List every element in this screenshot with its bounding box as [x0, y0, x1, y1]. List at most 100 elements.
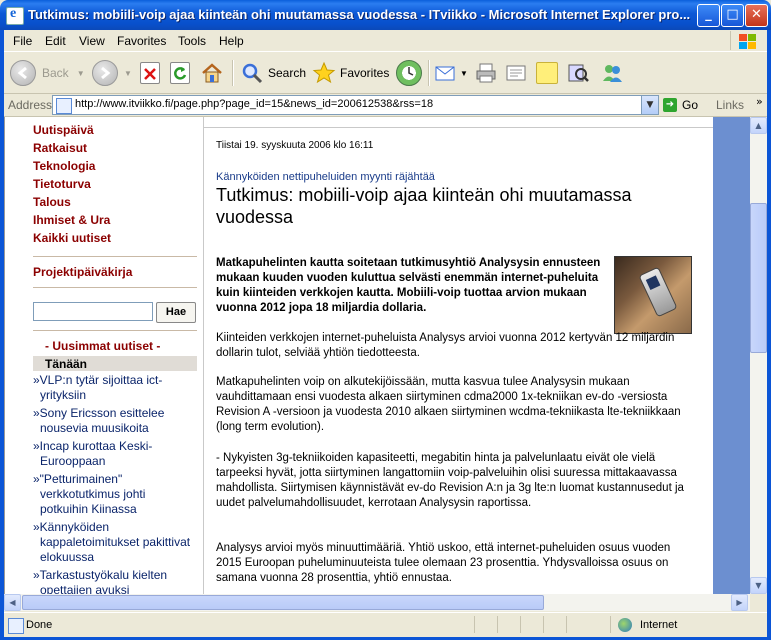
go-label: Go: [682, 98, 699, 112]
home-button[interactable]: [200, 58, 224, 88]
news-link-line: nousevia muusikoita: [40, 421, 149, 435]
status-cell: [474, 616, 497, 633]
status-cell: [520, 616, 543, 633]
scroll-left-icon[interactable]: ◀: [4, 594, 21, 611]
nav-link-ratkaisut[interactable]: Ratkaisut: [33, 141, 87, 155]
nav-link-kaikki-uutiset[interactable]: Kaikki uutiset: [33, 231, 111, 245]
printer-icon: [474, 61, 498, 85]
go-arrow-icon: ➜: [663, 98, 677, 112]
news-link-line: Eurooppaan: [40, 454, 106, 468]
history-icon: [396, 60, 422, 86]
nav-link-tietoturva[interactable]: Tietoturva: [33, 177, 91, 191]
status-cell: [497, 616, 520, 633]
forward-arrow-icon: [92, 60, 118, 86]
favorites-button[interactable]: Favorites: [312, 58, 389, 88]
nav-link-projektipaivakirja[interactable]: Projektipäiväkirja: [33, 265, 132, 279]
windows-logo-icon: [730, 31, 759, 50]
window-title: Tutkimus: mobiili-voip ajaa kiinteän ohi…: [28, 7, 691, 22]
scroll-down-icon[interactable]: ▼: [750, 577, 767, 594]
news-link-line: opettajien avuksi: [40, 583, 130, 594]
page-icon: [56, 98, 72, 114]
vertical-scroll-thumb[interactable]: [750, 203, 767, 353]
links-chevron-icon[interactable]: »: [756, 95, 763, 108]
page-viewport: Uutispäivä Ratkaisut Teknologia Tietotur…: [4, 117, 751, 594]
forward-button[interactable]: ▼: [92, 58, 132, 88]
scroll-right-icon[interactable]: ▶: [731, 594, 748, 611]
menu-help[interactable]: Help: [219, 34, 244, 48]
go-button[interactable]: ➜ Go: [663, 96, 698, 114]
news-link-line: potkuihin Kiinassa: [40, 502, 137, 516]
sidebar-search-input[interactable]: [33, 302, 153, 321]
news-link[interactable]: »"Petturimainen" verkkotutkimus johti po…: [33, 472, 199, 517]
close-button[interactable]: ✕: [745, 4, 768, 27]
menu-favorites[interactable]: Favorites: [117, 34, 166, 48]
page-done-icon: [8, 618, 24, 634]
search-button[interactable]: Search: [240, 58, 306, 88]
research-button[interactable]: [566, 58, 590, 88]
nav-link-teknologia[interactable]: Teknologia: [33, 159, 95, 173]
maximize-button[interactable]: □: [721, 4, 744, 27]
news-link-line: yrityksiin: [40, 388, 87, 402]
home-icon: [200, 61, 224, 85]
phone-illustration: [638, 266, 678, 318]
star-icon: [312, 61, 336, 85]
messenger-icon: [600, 61, 624, 85]
address-url[interactable]: http://www.itviikko.fi/page.php?page_id=…: [75, 98, 433, 110]
phone-screen: [645, 275, 661, 291]
horizontal-scroll-thumb[interactable]: [22, 595, 544, 610]
forward-dropdown-icon[interactable]: ▼: [124, 69, 132, 78]
sidebar-divider: [33, 256, 197, 257]
vertical-scrollbar[interactable]: ▲ ▼: [750, 117, 767, 594]
article-kicker: Kännyköiden nettipuheluiden myynti räjäh…: [216, 171, 435, 183]
latest-news-heading: - Uusimmat uutiset -: [45, 339, 161, 353]
nav-link-uutispaiva[interactable]: Uutispäivä: [33, 123, 94, 137]
address-dropdown-icon[interactable]: ▼: [641, 96, 658, 114]
article-paragraph: - Nykyisten 3g-tekniikoiden kapasiteetti…: [216, 452, 684, 509]
scroll-up-icon[interactable]: ▲: [750, 117, 767, 134]
status-bar: Done Internet: [4, 612, 767, 637]
menu-edit[interactable]: Edit: [45, 34, 66, 48]
edit-button[interactable]: [504, 58, 528, 88]
menu-view[interactable]: View: [79, 34, 105, 48]
refresh-button[interactable]: [170, 58, 190, 88]
news-link[interactable]: »VLP:n tytär sijoittaa ict- yrityksiin: [33, 373, 199, 403]
back-dropdown-icon[interactable]: ▼: [77, 69, 85, 78]
article-paragraph: Matkapuhelinten voip on alkutekijöissään…: [216, 376, 681, 433]
sidebar-search-button[interactable]: Hae: [156, 302, 196, 323]
discuss-button[interactable]: [536, 58, 558, 88]
mail-dropdown-icon[interactable]: ▼: [460, 69, 468, 78]
status-cell: [543, 616, 566, 633]
news-link-line: »Sony Ericsson esittelee: [33, 406, 165, 420]
print-button[interactable]: [474, 58, 498, 88]
scroll-corner: [750, 594, 767, 611]
nav-link-talous[interactable]: Talous: [33, 195, 71, 209]
article-paragraph: Kiinteiden verkkojen internet-puheluista…: [216, 332, 675, 359]
address-label: Address: [8, 98, 53, 112]
history-button[interactable]: [396, 58, 422, 88]
messenger-button[interactable]: [600, 58, 624, 88]
news-link[interactable]: »Tarkastustyökalu kielten opettajien avu…: [33, 568, 199, 594]
links-label[interactable]: Links: [716, 98, 744, 112]
news-link[interactable]: »Kännyköiden kappaletoimitukset pakittiv…: [33, 520, 199, 565]
nav-link-ihmiset-ura[interactable]: Ihmiset & Ura: [33, 213, 110, 227]
mail-button[interactable]: ▼: [434, 58, 468, 88]
news-link-line: verkkotutkimus johti: [40, 487, 146, 501]
note-icon: [536, 62, 558, 84]
sidebar-divider: [33, 330, 197, 331]
menu-tools[interactable]: Tools: [178, 34, 206, 48]
news-link[interactable]: »Sony Ericsson esittelee nousevia muusik…: [33, 406, 199, 436]
news-link-line: kappaletoimitukset pakittivat: [40, 535, 191, 549]
stop-button[interactable]: [140, 58, 160, 88]
back-button[interactable]: Back ▼: [10, 58, 85, 88]
today-label: Tänään: [45, 357, 88, 371]
minimize-button[interactable]: _: [697, 4, 720, 27]
refresh-icon: [170, 62, 190, 84]
zone-label: Internet: [640, 619, 678, 631]
toolbar-separator: [428, 60, 430, 86]
news-link[interactable]: »Incap kurottaa Keski- Eurooppaan: [33, 439, 199, 469]
magnifier-icon: [240, 61, 264, 85]
title-bar: Tutkimus: mobiili-voip ajaa kiinteän ohi…: [0, 0, 771, 30]
menu-file[interactable]: File: [13, 34, 32, 48]
address-input[interactable]: http://www.itviikko.fi/page.php?page_id=…: [52, 95, 659, 115]
horizontal-scrollbar[interactable]: ◀ ▶: [4, 594, 750, 611]
